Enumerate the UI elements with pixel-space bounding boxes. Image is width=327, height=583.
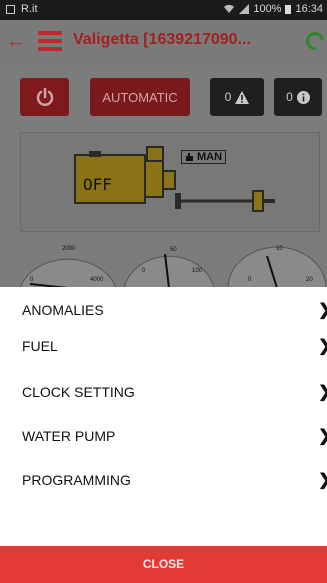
menu-item-programming[interactable]: PROGRAMMING ❯ <box>0 465 327 495</box>
info-icon <box>296 90 310 104</box>
battery-percent: 100% <box>253 3 282 15</box>
signal-icon <box>239 4 250 14</box>
warnings-button[interactable]: 0 <box>210 78 264 116</box>
battery-icon <box>285 5 292 14</box>
tank-tick-max: 20 <box>306 277 313 283</box>
fuel-tick-mid: 50 <box>170 247 177 253</box>
manual-mode-badge: MAN <box>181 150 227 164</box>
power-icon <box>36 87 53 106</box>
warning-icon <box>235 90 250 104</box>
menu-item-label: ANOMALIES <box>22 302 104 318</box>
generator-diagram <box>74 146 275 212</box>
status-bar: R.it 100% 16:34 <box>0 0 327 20</box>
generator-panel: OFF MAN <box>20 132 320 232</box>
menu-item-label: CLOCK SETTING <box>22 384 135 400</box>
rpm-gauge <box>19 258 117 288</box>
chevron-right-icon: ❯ <box>318 336 327 356</box>
app-screen: R.it 100% 16:34 ← Valigetta [1639217090.… <box>0 0 327 583</box>
back-arrow-icon[interactable]: ← <box>6 30 26 52</box>
tank-tick-mid: 10 <box>276 246 283 252</box>
menu-item-label: PROGRAMMING <box>22 472 131 488</box>
close-button-label: CLOSE <box>142 557 185 571</box>
automatic-button[interactable]: AUTOMATIC <box>90 78 190 116</box>
chevron-right-icon: ❯ <box>318 300 327 320</box>
dashboard: AUTOMATIC 0 0 OFF MAN 0 2000 4000 0 50 1… <box>0 64 327 288</box>
rpm-tick-max: 4000 <box>90 277 104 283</box>
gauges-row: 0 2000 4000 0 50 100 0 10 20 <box>0 232 327 288</box>
status-app-label: R.it <box>21 3 38 15</box>
info-count: 0 <box>286 90 293 104</box>
chevron-right-icon: ❯ <box>318 382 327 402</box>
rpm-tick-0: 0 <box>30 277 34 283</box>
menu-item-fuel[interactable]: FUEL ❯ <box>0 331 327 361</box>
page-title: Valigetta [1639217090... <box>73 31 251 48</box>
manual-mode-label: MAN <box>197 151 223 163</box>
engine-state-label: OFF <box>83 175 112 194</box>
fuel-tick-0: 0 <box>142 268 146 274</box>
close-button[interactable]: CLOSE <box>0 546 327 583</box>
app-bar: ← Valigetta [1639217090... <box>0 20 327 64</box>
chevron-right-icon: ❯ <box>318 470 327 490</box>
hand-icon <box>186 153 193 161</box>
chevron-right-icon: ❯ <box>318 426 327 446</box>
rpm-tick-mid: 2000 <box>62 246 76 252</box>
wifi-icon <box>224 4 235 14</box>
menu-item-label: WATER PUMP <box>22 428 116 444</box>
hamburger-menu-icon[interactable] <box>38 31 62 51</box>
warnings-count: 0 <box>224 90 232 104</box>
menu-item-anomalies[interactable]: ANOMALIES ❯ <box>0 295 327 325</box>
status-left: R.it <box>6 3 38 15</box>
info-button[interactable]: 0 <box>274 78 322 116</box>
status-right: 100% 16:34 <box>223 3 323 15</box>
clock: 16:34 <box>295 3 323 15</box>
fuel-tick-max: 100 <box>192 268 203 274</box>
gauges-svg <box>19 246 327 288</box>
menu-item-label: FUEL <box>22 338 58 354</box>
menu-item-clock-setting[interactable]: CLOCK SETTING ❯ <box>0 377 327 407</box>
power-button[interactable] <box>20 78 69 116</box>
bottom-sheet-menu: ANOMALIES ❯ FUEL ❯ CLOCK SETTING ❯ WATER… <box>0 287 327 583</box>
menu-item-water-pump[interactable]: WATER PUMP ❯ <box>0 421 327 451</box>
tank-tick-0: 0 <box>248 277 252 283</box>
notification-icon <box>6 4 15 14</box>
connection-status-icon <box>302 28 327 54</box>
